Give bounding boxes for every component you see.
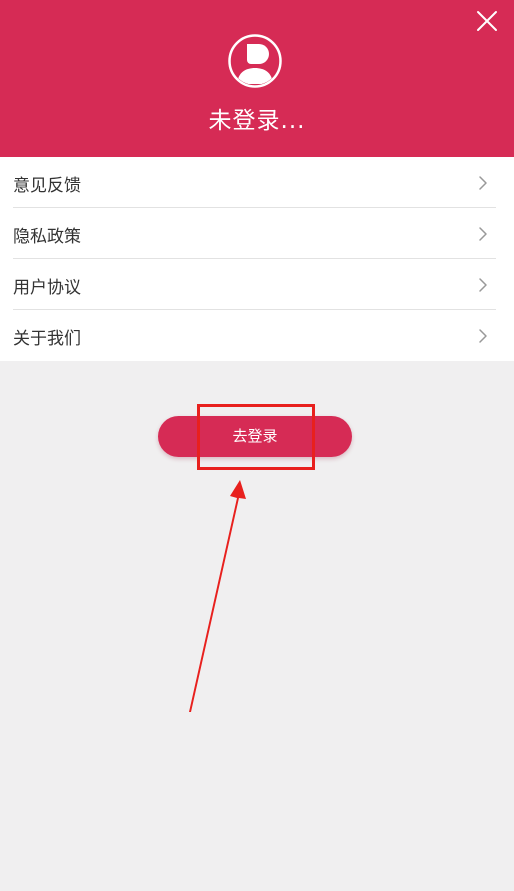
user-avatar-icon [228,34,282,88]
menu-item-label: 隐私政策 [13,227,81,247]
menu-item-label: 意见反馈 [13,176,81,196]
chevron-right-icon [479,176,487,190]
settings-menu: 意见反馈 隐私政策 用户协议 关于我们 [0,157,514,361]
login-status-text: 未登录... [208,108,306,134]
annotation-highlight-box [197,404,315,470]
menu-item-label: 用户协议 [13,278,81,298]
chevron-right-icon [479,227,487,241]
menu-item-about-us[interactable]: 关于我们 [13,310,496,361]
menu-item-label: 关于我们 [13,329,81,349]
close-icon[interactable] [474,8,500,34]
chevron-right-icon [479,278,487,292]
menu-item-feedback[interactable]: 意见反馈 [13,157,496,208]
chevron-right-icon [479,329,487,343]
menu-item-user-agreement[interactable]: 用户协议 [13,259,496,310]
profile-header: 未登录... [0,0,514,157]
menu-item-privacy-policy[interactable]: 隐私政策 [13,208,496,259]
